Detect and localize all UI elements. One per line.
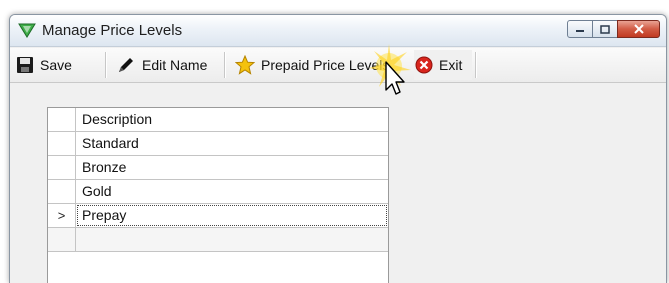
- exit-button[interactable]: Exit: [414, 50, 473, 80]
- toolbar-separator: [105, 52, 107, 78]
- description-cell[interactable]: Gold: [76, 180, 388, 203]
- red-x-icon: [415, 56, 433, 74]
- caption-buttons: [567, 20, 660, 39]
- close-icon: [633, 24, 644, 34]
- save-button[interactable]: Save: [16, 50, 72, 80]
- table-row[interactable]: Standard: [48, 132, 388, 156]
- table-row[interactable]: Gold: [48, 180, 388, 204]
- minimize-icon: [576, 30, 584, 32]
- window-title: Manage Price Levels: [42, 22, 183, 39]
- toolbar: Save Edit Name Prepaid Price Levels Exit: [10, 48, 666, 83]
- manage-price-levels-window: Manage Price Levels Save Edit Name Prepa…: [9, 14, 667, 283]
- edit-name-label: Edit Name: [142, 57, 208, 73]
- floppy-disk-icon: [17, 57, 33, 73]
- description-cell[interactable]: Standard: [76, 132, 388, 155]
- minimize-button[interactable]: [567, 20, 593, 38]
- exit-label: Exit: [439, 57, 463, 73]
- pen-icon: [119, 58, 133, 72]
- description-cell[interactable]: [76, 228, 388, 251]
- close-button[interactable]: [617, 20, 660, 38]
- price-levels-grid[interactable]: Description Standard Bronze Gold > Prepa…: [47, 107, 389, 283]
- row-selector[interactable]: [48, 132, 76, 155]
- mouse-pointer-icon: [369, 44, 411, 95]
- edit-name-button[interactable]: Edit Name: [116, 50, 207, 80]
- title-bar[interactable]: Manage Price Levels: [10, 15, 666, 47]
- current-row-indicator[interactable]: >: [48, 204, 76, 227]
- table-row-current[interactable]: > Prepay: [48, 204, 388, 228]
- save-label: Save: [40, 57, 72, 73]
- row-selector: [48, 108, 76, 131]
- maximize-button[interactable]: [592, 20, 618, 38]
- toolbar-separator: [224, 52, 226, 78]
- grid-header-row: Description: [48, 108, 388, 132]
- maximize-icon: [600, 24, 610, 34]
- new-row[interactable]: [48, 228, 388, 252]
- table-row[interactable]: Bronze: [48, 156, 388, 180]
- star-icon: [235, 55, 255, 75]
- description-cell[interactable]: Bronze: [76, 156, 388, 179]
- row-selector[interactable]: [48, 156, 76, 179]
- app-icon: [18, 23, 36, 38]
- row-selector[interactable]: [48, 228, 76, 251]
- row-selector[interactable]: [48, 180, 76, 203]
- description-cell[interactable]: Prepay: [76, 204, 388, 227]
- toolbar-separator: [475, 52, 477, 78]
- column-header-description[interactable]: Description: [76, 108, 388, 131]
